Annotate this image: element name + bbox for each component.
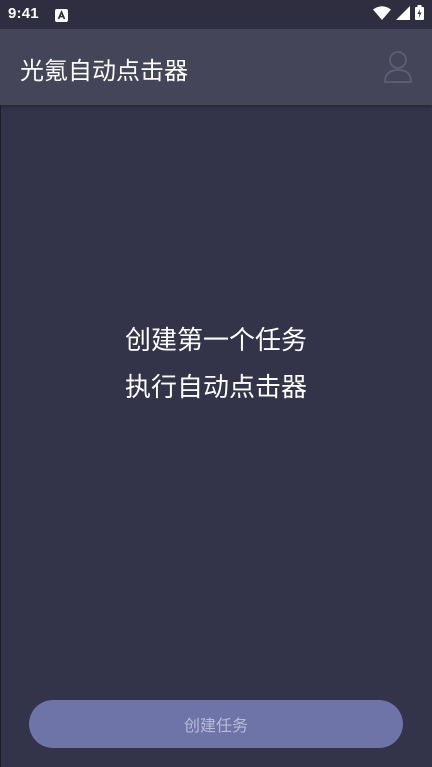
create-task-button[interactable]: 创建任务 bbox=[29, 700, 403, 748]
status-time: 9:41 bbox=[8, 5, 39, 22]
profile-button[interactable] bbox=[382, 49, 414, 85]
app-bar: 光氪自动点击器 bbox=[0, 29, 432, 105]
left-edge-divider bbox=[0, 105, 1, 767]
battery-icon bbox=[415, 4, 424, 24]
empty-state-line-1: 创建第一个任务 bbox=[124, 326, 307, 356]
empty-state-line-2: 执行自动点击器 bbox=[124, 373, 307, 403]
empty-state-message: 创建第一个任务 执行自动点击器 bbox=[0, 318, 432, 412]
signal-icon bbox=[396, 5, 410, 24]
notification-a-icon bbox=[55, 7, 68, 22]
app-title: 光氪自动点击器 bbox=[20, 57, 188, 85]
status-bar: 9:41 bbox=[0, 0, 432, 29]
user-profile-icon bbox=[384, 51, 412, 83]
app-screen: 9:41 光氪自动点击器 创建第一个任务 执行自动点击器 创建任务 bbox=[0, 0, 432, 767]
wifi-icon bbox=[373, 5, 391, 24]
status-icons bbox=[373, 4, 424, 24]
